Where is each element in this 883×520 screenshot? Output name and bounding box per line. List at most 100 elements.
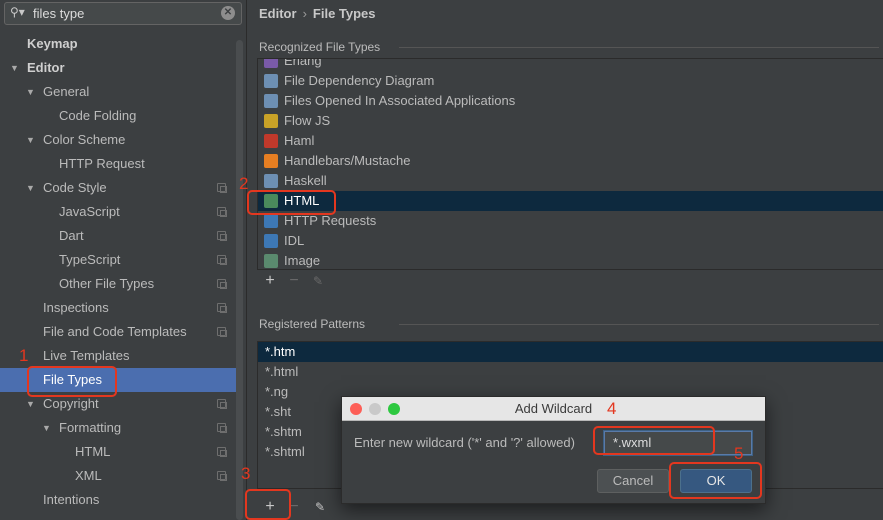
annotation-number-3: 3	[241, 464, 251, 483]
project-scope-icon	[217, 183, 227, 193]
file-type-icon	[264, 114, 278, 128]
file-type-label: Flow JS	[284, 113, 331, 128]
search-field[interactable]: ⚲▾ files type ✕	[4, 2, 242, 25]
annotation-box-ok	[669, 462, 762, 499]
file-type-icon	[264, 174, 278, 188]
file-type-row[interactable]: Haml	[258, 131, 883, 151]
sidebar-item-label: Color Scheme	[43, 132, 126, 147]
recognized-header: Recognized File Types	[259, 40, 879, 54]
sidebar-item-label: TypeScript	[59, 252, 121, 267]
settings-tree: Keymap ▼ Editor ▼ General Code Folding ▼ Color …	[0, 32, 236, 512]
sidebar-item[interactable]: TypeScript	[0, 248, 236, 272]
remove-file-type-button[interactable]: −	[285, 272, 303, 290]
edit-pattern-button[interactable]: ✎	[311, 498, 329, 516]
sidebar-item[interactable]: ▼ Editor	[0, 56, 236, 80]
pattern-row[interactable]: *.html	[258, 362, 883, 382]
project-scope-icon	[217, 303, 227, 313]
sidebar-item[interactable]: XML	[0, 464, 236, 488]
file-type-row[interactable]: Image	[258, 251, 883, 269]
project-scope-icon	[217, 471, 227, 481]
file-type-row[interactable]: Handlebars/Mustache	[258, 151, 883, 171]
sidebar-item[interactable]: Dart	[0, 224, 236, 248]
project-scope-icon	[217, 207, 227, 217]
sidebar-item-label: Inspections	[43, 300, 109, 315]
dialog-titlebar: Add Wildcard	[342, 397, 765, 421]
add-file-type-button[interactable]: +	[261, 272, 279, 290]
file-type-icon	[264, 254, 278, 268]
wildcard-prompt: Enter new wildcard ('*' and '?' allowed)	[354, 435, 575, 450]
sidebar-item[interactable]: JavaScript	[0, 200, 236, 224]
pattern-row[interactable]: *.htm	[258, 342, 883, 362]
sidebar-item[interactable]: HTML	[0, 440, 236, 464]
file-type-row[interactable]: Flow JS	[258, 111, 883, 131]
file-type-row[interactable]: HTML	[258, 191, 883, 211]
sidebar-item-label: Code Style	[43, 180, 107, 195]
expand-arrow-icon[interactable]: ▼	[42, 416, 51, 440]
project-scope-icon	[217, 423, 227, 433]
file-type-row[interactable]: Files Opened In Associated Applications	[258, 91, 883, 111]
file-type-row[interactable]: File Dependency Diagram	[258, 71, 883, 91]
project-scope-icon	[217, 255, 227, 265]
sidebar-item-label: File and Code Templates	[43, 324, 187, 339]
breadcrumb: Editor › File Types	[259, 6, 376, 21]
sidebar-item[interactable]: Live Templates	[0, 344, 236, 368]
file-type-label: Files Opened In Associated Applications	[284, 93, 516, 108]
recognized-file-types-list[interactable]: Erlang File Dependency Diagram Files Opene…	[257, 58, 883, 270]
sidebar-item[interactable]: ▼ Code Style	[0, 176, 236, 200]
annotation-number-2: 2	[239, 174, 249, 193]
file-type-label: Erlang	[284, 58, 322, 68]
search-icon: ⚲▾	[10, 5, 25, 19]
clear-search-icon[interactable]: ✕	[221, 6, 235, 20]
annotation-box-add-button	[245, 489, 291, 520]
expand-arrow-icon[interactable]: ▼	[26, 80, 35, 104]
sidebar-item-label: HTML	[75, 444, 111, 459]
project-scope-icon	[217, 327, 227, 337]
sidebar-item[interactable]: Intentions	[0, 488, 236, 512]
sidebar-item[interactable]: Keymap	[0, 32, 236, 56]
file-type-icon	[264, 234, 278, 248]
file-type-label: Image	[284, 253, 321, 268]
file-type-icon	[264, 74, 278, 88]
file-type-label: File Dependency Diagram	[284, 73, 435, 88]
project-scope-icon	[217, 399, 227, 409]
sidebar-item-label: General	[43, 84, 90, 99]
annotation-box-file-types	[27, 366, 117, 397]
project-scope-icon	[217, 279, 227, 289]
sidebar-item[interactable]: ▼ Formatting	[0, 416, 236, 440]
expand-arrow-icon[interactable]: ▼	[10, 56, 19, 80]
sidebar-item[interactable]: HTTP Request	[0, 152, 236, 176]
sidebar-item-label: Intentions	[43, 492, 100, 507]
edit-file-type-button[interactable]: ✎	[309, 272, 327, 290]
file-type-row[interactable]: Haskell	[258, 171, 883, 191]
sidebar-item-label: XML	[75, 468, 102, 483]
file-type-row[interactable]: Erlang	[258, 58, 883, 71]
file-type-row[interactable]: IDL	[258, 231, 883, 251]
search-input[interactable]: files type	[33, 6, 84, 21]
patterns-header: Registered Patterns	[259, 317, 879, 331]
sidebar-item[interactable]: Code Folding	[0, 104, 236, 128]
expand-arrow-icon[interactable]: ▼	[26, 128, 35, 152]
sidebar-item[interactable]: File and Code Templates	[0, 320, 236, 344]
sidebar-item-label: Code Folding	[59, 108, 137, 123]
file-type-icon	[264, 154, 278, 168]
file-type-label: Handlebars/Mustache	[284, 153, 411, 168]
file-type-icon	[264, 214, 278, 228]
file-type-label: IDL	[284, 233, 305, 248]
sidebar-item[interactable]: ▼ Color Scheme	[0, 128, 236, 152]
sidebar-item[interactable]: ▼ General	[0, 80, 236, 104]
annotation-number-1: 1	[19, 346, 29, 365]
annotation-box-wildcard	[593, 426, 715, 455]
file-type-label: Haskell	[284, 173, 327, 188]
sidebar-item[interactable]: Other File Types	[0, 272, 236, 296]
sidebar-item[interactable]: Inspections	[0, 296, 236, 320]
file-type-row[interactable]: HTTP Requests	[258, 211, 883, 231]
file-type-label: Haml	[284, 133, 315, 148]
breadcrumb-parent[interactable]: Editor	[259, 6, 297, 21]
section-divider	[399, 324, 879, 325]
sidebar-item-label: Editor	[27, 60, 65, 75]
sidebar-item-label: Dart	[59, 228, 84, 243]
recognized-header-label: Recognized File Types	[259, 40, 381, 54]
sidebar-scrollbar[interactable]	[236, 40, 243, 520]
cancel-button[interactable]: Cancel	[597, 469, 669, 493]
expand-arrow-icon[interactable]: ▼	[26, 176, 35, 200]
